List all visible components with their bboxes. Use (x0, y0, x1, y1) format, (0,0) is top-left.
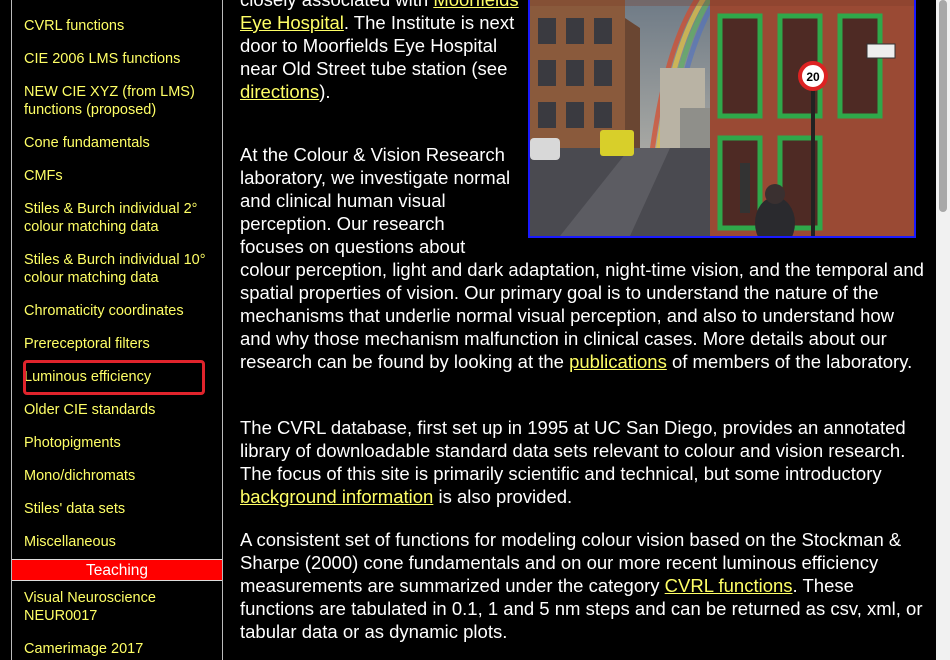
nav-cmfs[interactable]: CMFs (24, 167, 214, 185)
publications-link[interactable]: publications (569, 351, 667, 372)
research-paragraph-wrapper: At the Colour & Vision Research laborato… (240, 143, 925, 373)
teaching-section-header: Teaching (12, 559, 222, 581)
nav-stiles-data-sets[interactable]: Stiles' data sets (24, 500, 214, 518)
cvrl-functions-link[interactable]: CVRL functions (665, 575, 793, 596)
nav-stiles-burch-10deg[interactable]: Stiles & Burch individual 10° colour mat… (24, 251, 214, 287)
database-paragraph: The CVRL database, first set up in 1995 … (240, 416, 925, 508)
background-information-link[interactable]: background information (240, 486, 433, 507)
vertical-scrollbar[interactable] (936, 0, 950, 660)
nav-stiles-burch-2deg[interactable]: Stiles & Burch individual 2° colour matc… (24, 200, 214, 236)
nav-camerimage-2017[interactable]: Camerimage 2017 (24, 640, 214, 658)
intro-paragraph: closely associated with Moorfields Eye H… (240, 0, 525, 103)
nav-cvrl-functions[interactable]: CVRL functions (24, 17, 214, 35)
highlight-annotation-box (23, 360, 205, 395)
functions-paragraph: A consistent set of functions for modeli… (240, 528, 925, 643)
nav-cone-fundamentals[interactable]: Cone fundamentals (24, 134, 214, 152)
nav-chromaticity-coordinates[interactable]: Chromaticity coordinates (24, 302, 214, 320)
intro-text-3: ). (319, 81, 331, 102)
intro-text-1: closely associated with (240, 0, 433, 10)
nav-cie-2006-lms[interactable]: CIE 2006 LMS functions (24, 50, 214, 68)
nav-older-cie-standards[interactable]: Older CIE standards (24, 401, 214, 419)
speed-sign-text: 20 (806, 70, 820, 84)
nav-photopigments[interactable]: Photopigments (24, 434, 214, 452)
nav-mono-dichromats[interactable]: Mono/dichromats (24, 467, 214, 485)
directions-link[interactable]: directions (240, 81, 319, 102)
research-text-2: of members of the laboratory. (666, 351, 913, 372)
nav-new-cie-xyz[interactable]: NEW CIE XYZ (from LMS) functions (propos… (24, 83, 214, 119)
sidebar: CVRL functions CIE 2006 LMS functions NE… (11, 0, 223, 660)
nav-prereceptoral-filters[interactable]: Prereceptoral filters (24, 335, 214, 353)
database-text-2: is also provided. (433, 486, 573, 507)
nav-miscellaneous[interactable]: Miscellaneous (24, 533, 214, 551)
database-text-1: The CVRL database, first set up in 1995 … (240, 417, 906, 484)
nav-visual-neuroscience[interactable]: Visual Neuroscience NEUR0017 (24, 589, 214, 625)
scrollbar-thumb[interactable] (939, 0, 947, 212)
